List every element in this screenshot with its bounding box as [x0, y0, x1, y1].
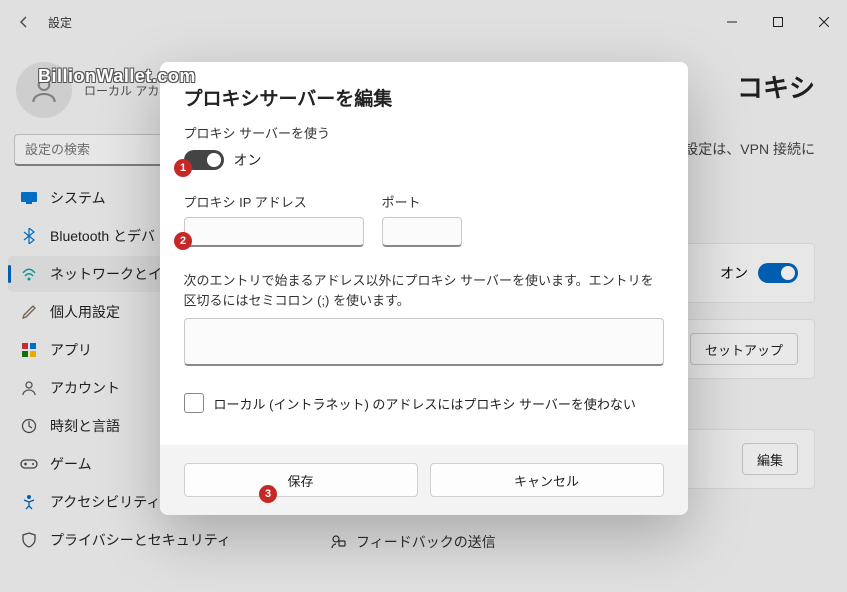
port-label: ポート [382, 192, 462, 211]
annotation-badge-2: 2 [174, 232, 192, 250]
annotation-badge-3: 3 [259, 485, 277, 503]
cancel-button[interactable]: キャンセル [430, 463, 664, 497]
watermark: BillionWallet.com [38, 66, 196, 87]
local-bypass-checkbox[interactable] [184, 393, 204, 413]
save-button[interactable]: 保存 [184, 463, 418, 497]
dialog-title: プロキシサーバーを編集 [184, 84, 664, 111]
port-field: ポート [382, 192, 462, 247]
ip-label: プロキシ IP アドレス [184, 192, 364, 211]
toggle-state-label: オン [234, 150, 262, 170]
dialog-body: プロキシサーバーを編集 プロキシ サーバーを使う オン プロキシ IP アドレス… [160, 62, 688, 445]
port-input[interactable] [382, 217, 462, 247]
address-port-row: プロキシ IP アドレス ポート [184, 192, 664, 247]
ip-field: プロキシ IP アドレス [184, 192, 364, 247]
local-bypass-row: ローカル (イントラネット) のアドレスにはプロキシ サーバーを使わない [184, 393, 664, 413]
use-proxy-toggle-row: オン [184, 150, 664, 170]
proxy-edit-dialog: プロキシサーバーを編集 プロキシ サーバーを使う オン プロキシ IP アドレス… [160, 62, 688, 515]
bypass-description: 次のエントリで始まるアドレス以外にプロキシ サーバーを使います。エントリを区切る… [184, 271, 664, 310]
dialog-footer: 保存 キャンセル [160, 445, 688, 515]
local-bypass-label: ローカル (イントラネット) のアドレスにはプロキシ サーバーを使わない [214, 394, 636, 413]
ip-input[interactable] [184, 217, 364, 247]
bypass-textarea[interactable] [184, 318, 664, 366]
modal-overlay: プロキシサーバーを編集 プロキシ サーバーを使う オン プロキシ IP アドレス… [0, 0, 847, 592]
use-proxy-label: プロキシ サーバーを使う [184, 123, 664, 142]
annotation-badge-1: 1 [174, 159, 192, 177]
